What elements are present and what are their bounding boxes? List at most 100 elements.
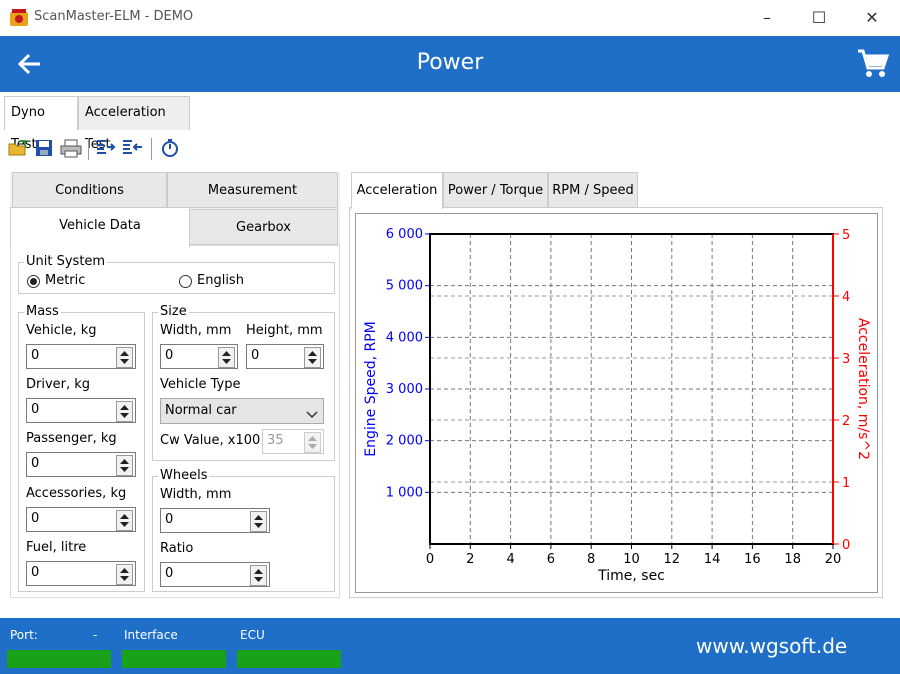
cart-icon[interactable] [856,47,890,81]
mass-label: Mass [24,304,61,319]
y-tick-label: 3 000 [386,382,423,397]
tab-measurement[interactable]: Measurement [167,172,338,208]
wheel-width-label: Width, mm [160,487,232,502]
tab-dyno-test[interactable]: Dyno Test [4,96,78,152]
y-tick-label: 2 000 [386,434,423,449]
unit-system-label: Unit System [24,254,108,269]
y2-tick-label: 1 [842,476,850,491]
spin-arrows-icon[interactable] [116,564,133,585]
spin-arrows-icon[interactable] [250,565,267,586]
back-arrow-icon[interactable] [14,49,44,79]
x-axis-label: Time, sec [597,568,665,584]
close-button[interactable]: ✕ [852,4,892,32]
spin-arrows-icon[interactable] [116,455,133,476]
cw-value-label: Cw Value, x100 [160,433,261,448]
ecu-status-bar [237,650,341,668]
cw-value-input[interactable]: 35 [262,429,324,454]
vehicle-type-select[interactable]: Normal car [160,398,324,424]
y-axis-label: Engine Speed, RPM [363,321,379,456]
x-tick-label: 12 [664,552,681,567]
tab-acceleration-test[interactable]: Acceleration Test [78,96,190,152]
y-tick-label: 1 000 [386,485,423,500]
acceleration-chart: 0 2 4 6 8 10 12 14 16 18 201 0002 0003 0004 0005 0… [363,227,871,584]
minimize-button[interactable]: – [747,4,787,32]
website-link[interactable]: www.wgsoft.de [696,634,847,658]
vehicle-kg-input[interactable]: 0 [26,344,136,369]
ecu-label: ECU [240,628,265,642]
passenger-kg-input[interactable]: 0 [26,452,136,477]
port-value: - [93,628,98,642]
accessories-kg-input[interactable]: 0 [26,507,136,532]
y2-tick-label: 4 [842,290,850,305]
spin-arrows-icon[interactable] [304,432,321,453]
port-status-bar [7,650,111,668]
y2-tick-label: 0 [842,538,850,553]
fuel-litre-input[interactable]: 0 [26,561,136,586]
tab-rpm-speed[interactable]: RPM / Speed [548,172,638,208]
tab-conditions[interactable]: Conditions [12,172,167,208]
vehicle-type-label: Vehicle Type [160,377,241,392]
print-icon[interactable] [60,138,82,158]
maximize-button[interactable]: ☐ [799,4,839,32]
size-width-label: Width, mm [160,323,232,338]
x-tick-label: 20 [825,552,842,567]
metric-label: Metric [45,273,86,288]
x-tick-label: 2 [466,552,474,567]
ratio-input[interactable]: 0 [160,562,270,587]
tab-vehicle-data[interactable]: Vehicle Data [10,207,190,247]
y-tick-label: 6 000 [386,227,423,242]
toolbar-separator [151,138,152,160]
driver-kg-input[interactable]: 0 [26,398,136,423]
x-tick-label: 16 [744,552,761,567]
english-radio[interactable] [179,275,192,288]
indent-left-icon[interactable] [122,138,142,158]
x-tick-label: 14 [704,552,721,567]
english-label: English [197,273,244,288]
y-tick-label: 4 000 [386,330,423,345]
accessories-kg-label: Accessories, kg [26,486,127,501]
stopwatch-icon[interactable] [160,138,180,158]
spin-arrows-icon[interactable] [116,347,133,368]
window-title: ScanMaster-ELM - DEMO [34,9,194,24]
size-label: Size [158,304,189,319]
title-bar: ScanMaster-ELM - DEMO – ☐ ✕ [0,0,900,36]
size-height-input[interactable]: 0 [246,344,324,369]
metric-radio[interactable] [27,275,40,288]
save-icon[interactable] [34,138,54,158]
spin-arrows-icon[interactable] [304,347,321,368]
spin-arrows-icon[interactable] [218,347,235,368]
x-tick-label: 8 [587,552,595,567]
x-tick-label: 6 [547,552,555,567]
status-footer: Port: - Interface ECU www.wgsoft.de [0,618,900,674]
tab-acceleration[interactable]: Acceleration [351,172,443,209]
x-tick-label: 4 [506,552,514,567]
size-width-input[interactable]: 0 [160,344,238,369]
fuel-litre-label: Fuel, litre [26,540,87,555]
x-tick-label: 18 [784,552,801,567]
x-tick-label: 0 [426,552,434,567]
port-label: Port: [10,628,38,642]
y-tick-label: 5 000 [386,279,423,294]
spin-arrows-icon[interactable] [116,401,133,422]
chart-area: 0 2 4 6 8 10 12 14 16 18 20 1 000 2 000 3 000 4 000 5 0… [355,213,878,593]
page-title: Power [416,50,484,75]
wheels-label: Wheels [158,468,210,483]
app-logo-icon [10,9,28,27]
interface-label: Interface [124,628,178,642]
tab-gearbox[interactable]: Gearbox [189,209,338,245]
spin-arrows-icon[interactable] [116,510,133,531]
x-tick-label: 10 [623,552,640,567]
y2-axis-label: Acceleration, m/s^2 [855,318,871,460]
y2-tick-label: 3 [842,352,850,367]
spin-arrows-icon[interactable] [250,511,267,532]
ratio-label: Ratio [160,541,194,556]
passenger-kg-label: Passenger, kg [26,431,117,446]
y2-tick-label: 2 [842,414,850,429]
tab-power-torque[interactable]: Power / Torque [443,172,548,208]
app-header: Power [0,36,900,92]
indent-right-icon[interactable] [96,138,116,158]
open-folder-icon[interactable] [8,138,28,158]
wheel-width-input[interactable]: 0 [160,508,270,533]
y2-tick-label: 5 [842,228,850,243]
vehicle-kg-label: Vehicle, kg [26,323,97,338]
